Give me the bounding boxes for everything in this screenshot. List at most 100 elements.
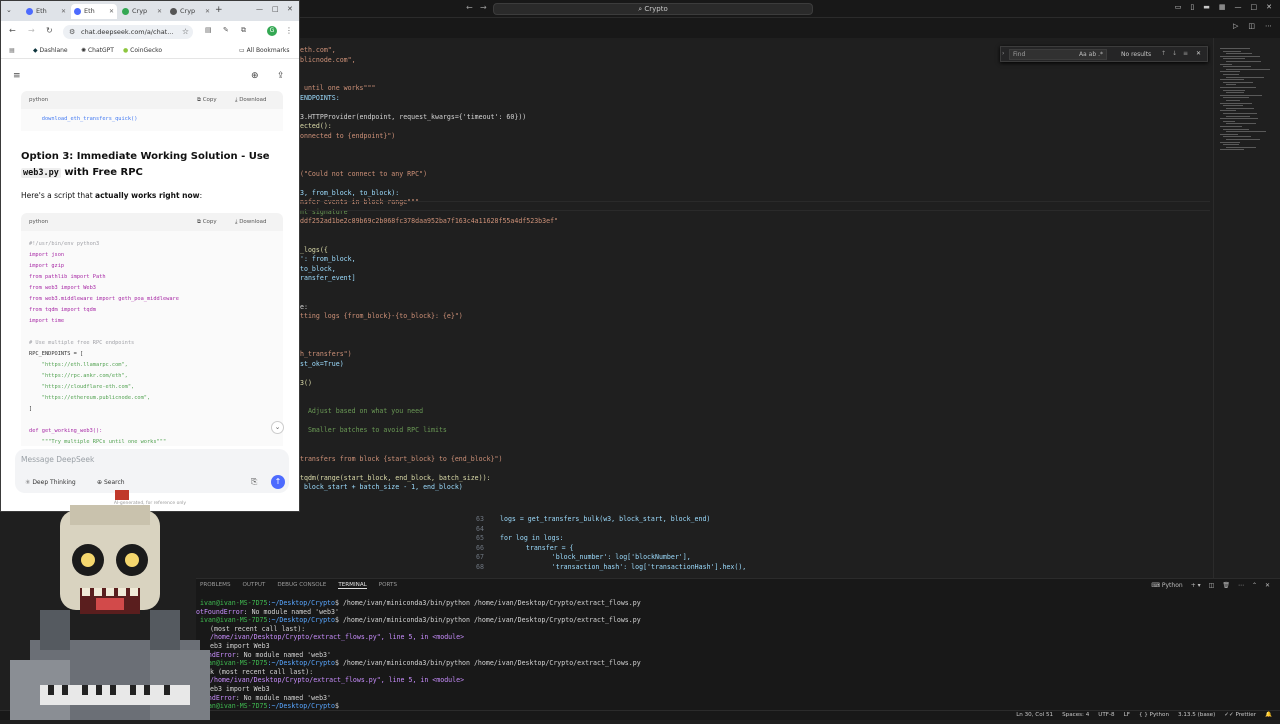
browser-tab[interactable]: Cryp ✕ bbox=[119, 4, 165, 19]
browser-tab[interactable]: Eth ✕ bbox=[71, 4, 117, 19]
next-match-icon[interactable]: ↓ bbox=[1172, 50, 1177, 57]
minimize-button[interactable]: — bbox=[1235, 3, 1242, 11]
back-arrow-icon[interactable]: ← bbox=[466, 3, 473, 12]
attach-icon[interactable]: ⎘ bbox=[251, 477, 257, 487]
find-in-selection-icon[interactable]: ≡ bbox=[1183, 50, 1188, 57]
prettier-status[interactable]: ✓✓ Prettier bbox=[1224, 712, 1256, 718]
run-icon[interactable]: ▷ bbox=[1233, 22, 1238, 30]
editor-toolbar: ▷ ◫ ⋯ bbox=[1233, 22, 1272, 30]
panel-tab-debug-console[interactable]: DEBUG CONSOLE bbox=[277, 582, 326, 589]
maximize-button[interactable]: □ bbox=[1251, 3, 1258, 11]
close-tab-icon[interactable]: ✕ bbox=[205, 4, 210, 19]
code-editor[interactable]: eth.com", blicnode.com", until one works"… bbox=[300, 38, 1210, 578]
whole-word-toggle[interactable]: ab bbox=[1089, 51, 1097, 58]
language-mode[interactable]: { } Python bbox=[1139, 712, 1169, 718]
code-line: block_start + batch_size - 1, end_block) bbox=[300, 483, 463, 491]
new-tab-icon[interactable]: + bbox=[215, 5, 223, 15]
all-bookmarks[interactable]: ▭ All Bookmarks bbox=[239, 47, 289, 54]
profile-avatar[interactable]: G bbox=[267, 26, 277, 36]
match-case-toggle[interactable]: Aa bbox=[1079, 51, 1087, 58]
edit-icon[interactable]: ✎ bbox=[223, 26, 229, 34]
python-interpreter[interactable]: 3.13.5 (base) bbox=[1178, 712, 1215, 718]
minimize-button[interactable]: — bbox=[256, 5, 263, 13]
forward-arrow-icon[interactable]: → bbox=[480, 3, 487, 12]
close-find-icon[interactable]: ✕ bbox=[1196, 50, 1201, 57]
terminal-profile[interactable]: ⌨ Python bbox=[1151, 582, 1182, 589]
browser-tab[interactable]: Eth ✕ bbox=[23, 4, 69, 19]
code-line: tqdm(range(start_block, end_block, batch… bbox=[300, 473, 491, 482]
tab-search-icon[interactable]: ⌄ bbox=[6, 6, 12, 14]
regex-toggle[interactable]: .* bbox=[1098, 51, 1103, 58]
chrome-menu-icon[interactable]: ⋮ bbox=[285, 26, 293, 35]
bookmark-star-icon[interactable]: ☆ bbox=[182, 25, 189, 39]
forward-icon[interactable]: → bbox=[28, 26, 35, 35]
bookmark-dashlane[interactable]: ◆ Dashlane bbox=[33, 47, 68, 54]
maximize-button[interactable]: □ bbox=[272, 5, 279, 13]
download-button[interactable]: ⤓ Download bbox=[235, 97, 267, 104]
panel-tab-terminal[interactable]: TERMINAL bbox=[338, 582, 367, 589]
reload-icon[interactable]: ↻ bbox=[46, 26, 53, 35]
minimap-line bbox=[1226, 84, 1236, 86]
notifications-icon[interactable]: 🔔 bbox=[1265, 712, 1272, 718]
scroll-down-button[interactable]: ⌄ bbox=[271, 421, 284, 434]
sidebar-toggle-icon[interactable]: ▯ bbox=[1190, 3, 1194, 11]
minimap[interactable] bbox=[1213, 38, 1280, 578]
extensions-icon[interactable]: ⧉ bbox=[241, 26, 246, 35]
browser-tab[interactable]: Cryp ✕ bbox=[167, 4, 213, 19]
find-input[interactable]: Find Aa ab .* bbox=[1009, 49, 1107, 60]
close-panel-icon[interactable]: ✕ bbox=[1265, 582, 1270, 589]
panel-toggle-icon[interactable]: ▬ bbox=[1203, 3, 1210, 11]
download-button[interactable]: ⤓ Download bbox=[235, 219, 267, 226]
deep-thinking-button[interactable]: ⚛ Deep Thinking bbox=[21, 477, 80, 489]
close-tab-icon[interactable]: ✕ bbox=[157, 4, 162, 19]
new-terminal-icon[interactable]: + ▾ bbox=[1191, 582, 1201, 589]
previous-match-icon[interactable]: ↑ bbox=[1161, 50, 1166, 57]
apps-icon[interactable]: ▦ bbox=[9, 47, 15, 54]
code-line: blicnode.com", bbox=[300, 55, 356, 64]
send-button[interactable]: ↑ bbox=[271, 475, 285, 489]
minimap-line bbox=[1226, 131, 1266, 133]
address-bar[interactable]: ⚙ chat.deepseek.com/a/chat... ☆ bbox=[63, 25, 193, 39]
close-button[interactable]: ✕ bbox=[1266, 3, 1272, 11]
share-icon[interactable]: ⇪ bbox=[277, 71, 285, 81]
more-actions-icon[interactable]: ⋯ bbox=[1265, 22, 1272, 30]
layout-toggle-icon[interactable]: ▭ bbox=[1175, 3, 1182, 11]
close-button[interactable]: ✕ bbox=[287, 5, 293, 13]
copy-button[interactable]: ⧉ Copy bbox=[197, 219, 217, 226]
chevron-right-icon[interactable]: › bbox=[1002, 50, 1004, 57]
panel-tab-output[interactable]: OUTPUT bbox=[243, 582, 266, 589]
message-input[interactable]: Message DeepSeek bbox=[21, 455, 94, 464]
cursor-position[interactable]: Ln 30, Col 51 bbox=[1016, 712, 1053, 718]
layout-customize-icon[interactable]: ▦ bbox=[1219, 3, 1226, 11]
line-ending[interactable]: LF bbox=[1124, 712, 1130, 718]
maximize-panel-icon[interactable]: ⌃ bbox=[1252, 582, 1257, 589]
split-terminal-icon[interactable]: ◫ bbox=[1209, 582, 1215, 589]
split-editor-icon[interactable]: ◫ bbox=[1248, 22, 1255, 30]
window-controls: ▭ ▯ ▬ ▦ — □ ✕ bbox=[1175, 3, 1272, 11]
indentation[interactable]: Spaces: 4 bbox=[1062, 712, 1089, 718]
kill-terminal-icon[interactable]: 🗑 bbox=[1222, 582, 1230, 589]
chat-messages[interactable]: python ⧉ Copy ⤓ Download download_eth_tr… bbox=[1, 91, 299, 446]
site-info-icon[interactable]: ⚙ bbox=[69, 25, 75, 39]
encoding[interactable]: UTF-8 bbox=[1098, 712, 1114, 718]
code-line: "https://cloudflare-eth.com", bbox=[29, 384, 135, 390]
command-center-search[interactable]: ⌕ Crypto bbox=[493, 3, 813, 15]
extension-icon[interactable]: ▤ bbox=[205, 26, 212, 34]
atom-icon: ⚛ bbox=[25, 479, 31, 486]
terminal-output[interactable]: ivan@ivan-MS-7D75:~/Desktop/Crypto$ /hom… bbox=[196, 599, 1276, 711]
new-chat-icon[interactable]: ⊕ bbox=[251, 71, 259, 81]
search-button[interactable]: ⊕ Search bbox=[93, 477, 129, 489]
back-icon[interactable]: ← bbox=[9, 26, 16, 35]
minimap-line bbox=[1226, 92, 1244, 94]
panel-more-icon[interactable]: ⋯ bbox=[1238, 582, 1244, 589]
sidebar-toggle-icon[interactable]: ≡ bbox=[13, 71, 21, 81]
close-tab-icon[interactable]: ✕ bbox=[109, 4, 114, 19]
folder-icon: ▭ bbox=[239, 47, 245, 54]
minimap-line bbox=[1220, 79, 1244, 81]
close-tab-icon[interactable]: ✕ bbox=[61, 4, 66, 19]
find-options[interactable]: Aa ab .* bbox=[1079, 51, 1103, 58]
bookmark-coingecko[interactable]: ● CoinGecko bbox=[123, 47, 162, 54]
panel-tab-ports[interactable]: PORTS bbox=[379, 582, 397, 589]
bookmark-chatgpt[interactable]: ✺ ChatGPT bbox=[81, 47, 114, 54]
copy-button[interactable]: ⧉ Copy bbox=[197, 97, 217, 104]
